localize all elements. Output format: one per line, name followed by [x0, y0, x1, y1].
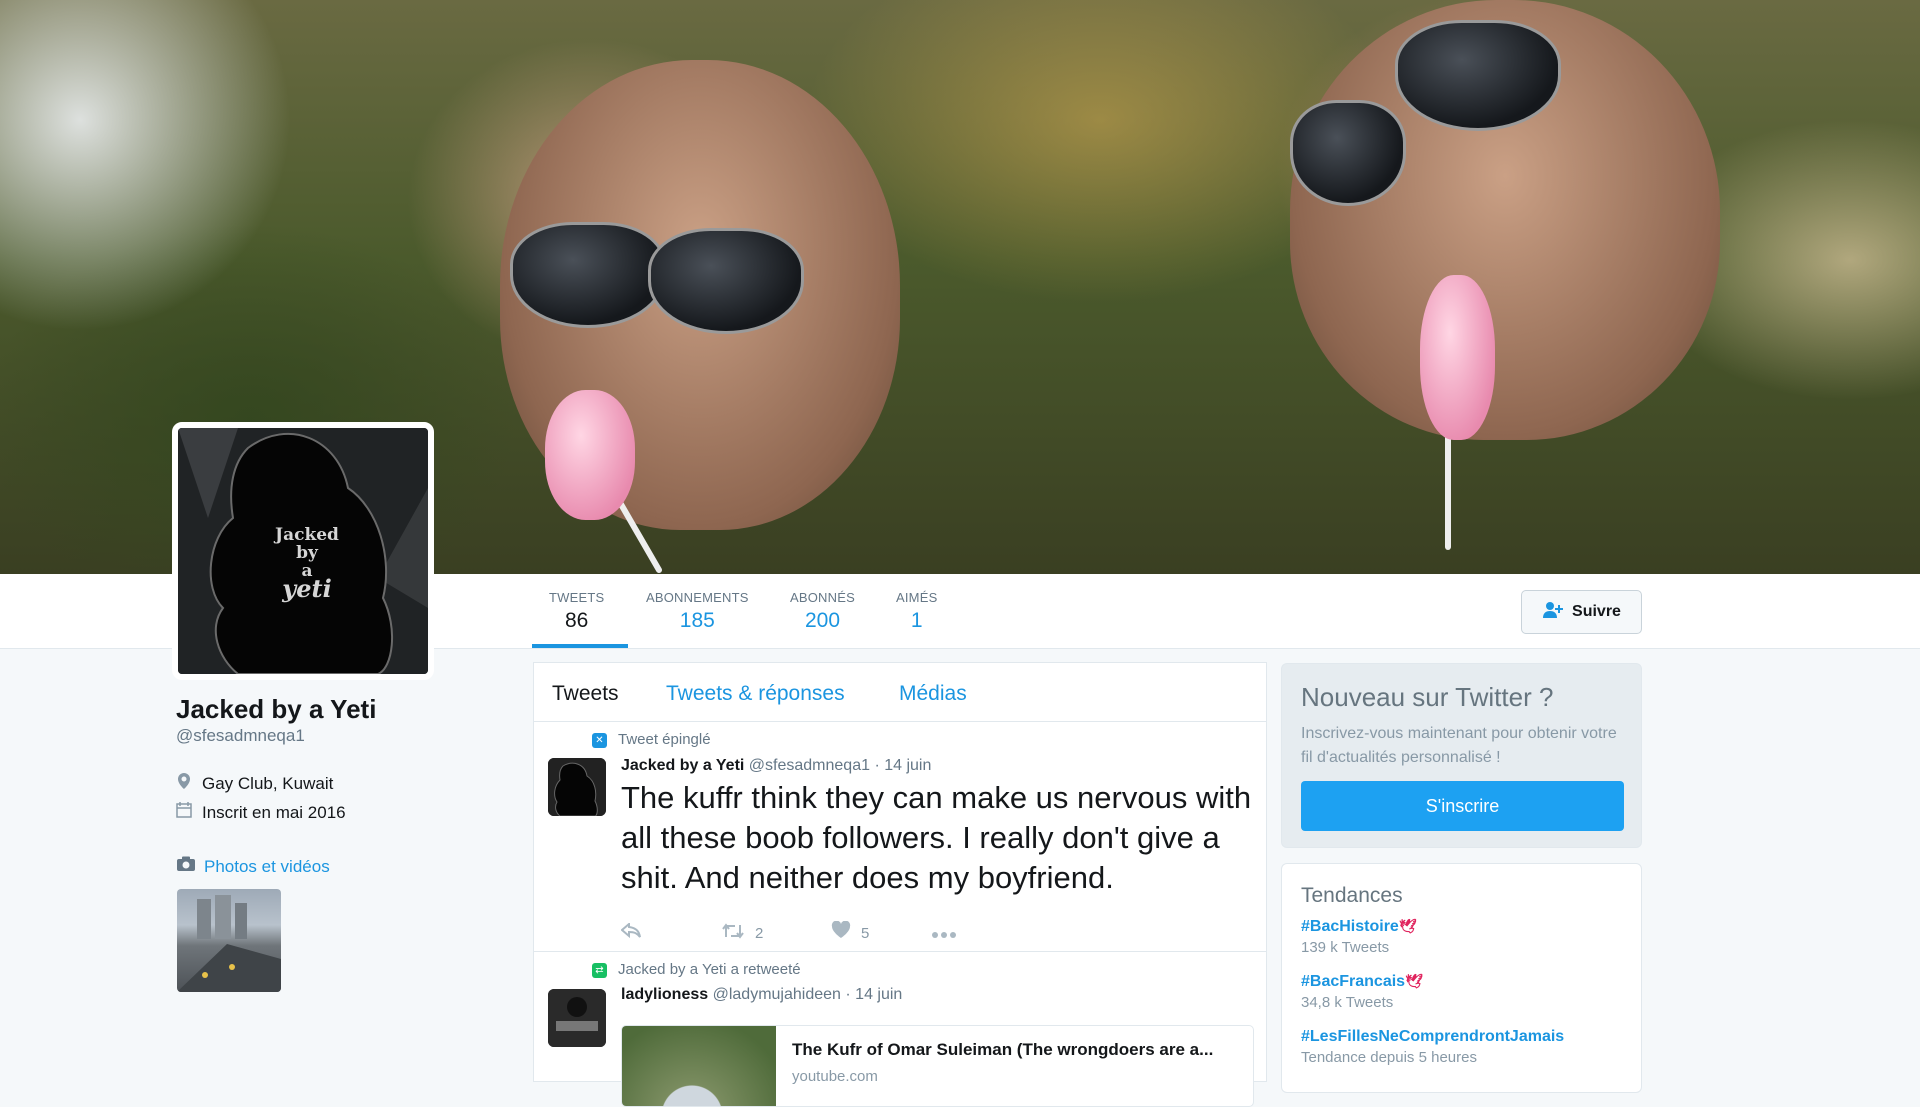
reply-icon: [620, 921, 641, 945]
retweet-icon: [721, 922, 745, 945]
trends-title: Tendances: [1301, 884, 1403, 907]
trend-tag[interactable]: #BacHistoire🕊: [1301, 918, 1417, 936]
tweet-item[interactable]: ✕ Tweet épinglé Jacked by a Yeti @sfesad…: [534, 721, 1266, 952]
trend-subtext: Tendance depuis 5 heures: [1301, 1049, 1477, 1066]
tweet-author-name[interactable]: Jacked by a Yeti: [621, 757, 744, 774]
signup-button[interactable]: S'inscrire: [1301, 781, 1624, 831]
tweet-actions: 2 5: [620, 920, 957, 945]
location-text: Gay Club, Kuwait: [202, 773, 334, 793]
link-card-title: The Kufr of Omar Suleiman (The wrongdoer…: [792, 1040, 1214, 1059]
tweet-context: Jacked by a Yeti a retweeté: [618, 961, 801, 978]
stat-value: 200: [804, 609, 841, 632]
pin-icon: ✕: [592, 733, 607, 748]
follow-button-label: Suivre: [1572, 603, 1621, 620]
reply-button[interactable]: [620, 921, 721, 945]
profile-joined: Inscrit en mai 2016: [176, 802, 346, 823]
tweet-context: Tweet épinglé: [618, 731, 711, 748]
stat-label: ABONNÉS: [790, 590, 855, 605]
tweet-avatar[interactable]: [548, 989, 606, 1047]
bird-icon: 🕊: [1405, 973, 1423, 989]
more-icon: [931, 922, 957, 945]
tweet-avatar[interactable]: [548, 758, 606, 816]
photos-videos-label: Photos et vidéos: [204, 856, 330, 876]
link-card-image: [622, 1026, 776, 1106]
tweet-header: Jacked by a Yeti @sfesadmneqa1 · 14 juin: [621, 757, 931, 775]
timeline-tabs: Tweets Tweets & réponses Médias: [534, 663, 1266, 722]
camera-icon: [176, 856, 196, 877]
follow-button[interactable]: Suivre: [1521, 590, 1642, 634]
trends-module: Tendances #BacHistoire🕊 139 k Tweets #Ba…: [1281, 863, 1642, 1093]
photos-videos-link[interactable]: Photos et vidéos: [176, 856, 330, 877]
trend-item[interactable]: #BacFrancais🕊 34,8 k Tweets: [1301, 973, 1423, 1011]
tweet-date[interactable]: · 14 juin: [874, 757, 931, 774]
stat-likes[interactable]: AIMÉS 1: [896, 590, 937, 633]
trend-tag[interactable]: #LesFillesNeComprendrontJamais: [1301, 1028, 1564, 1046]
calendar-icon: [176, 802, 192, 823]
tweet-item[interactable]: ⇄ Jacked by a Yeti a retweeté ladyliones…: [534, 951, 1266, 1107]
trend-subtext: 139 k Tweets: [1301, 939, 1390, 956]
retweet-button[interactable]: 2: [721, 921, 831, 945]
joined-text: Inscrit en mai 2016: [202, 802, 346, 822]
stat-following[interactable]: ABONNEMENTS 185: [646, 590, 749, 633]
tweet-author-handle[interactable]: @ladymujahideen: [713, 986, 841, 1003]
stat-tweets[interactable]: TWEETS 86: [549, 590, 604, 633]
tweet-author-handle[interactable]: @sfesadmneqa1: [749, 757, 870, 774]
link-card[interactable]: The Kufr of Omar Suleiman (The wrongdoer…: [621, 1025, 1254, 1107]
timeline: Tweets Tweets & réponses Médias ✕ Tweet …: [533, 662, 1267, 1107]
link-card-url: youtube.com: [792, 1068, 878, 1085]
like-button[interactable]: 5: [831, 920, 931, 945]
tweet-text: The kuffr think they can make us nervous…: [621, 780, 1252, 895]
stat-value: 86: [565, 609, 589, 632]
trend-item[interactable]: #LesFillesNeComprendrontJamais Tendance …: [1301, 1028, 1564, 1066]
stat-label: ABONNEMENTS: [646, 590, 749, 605]
active-tab-indicator: [532, 644, 628, 648]
tab-media[interactable]: Médias: [899, 682, 967, 706]
avatar-text: Jacked by a yeti: [275, 525, 339, 603]
stat-followers[interactable]: ABONNÉS 200: [790, 590, 855, 633]
heart-icon: [831, 920, 851, 945]
signup-title: Nouveau sur Twitter ?: [1301, 682, 1554, 712]
tab-tweets-replies[interactable]: Tweets & réponses: [666, 682, 845, 706]
bird-icon: 🕊: [1398, 918, 1417, 934]
profile-handle: @sfesadmneqa1: [176, 726, 305, 745]
tweet-date[interactable]: · 14 juin: [845, 986, 902, 1003]
tweet-author-name[interactable]: ladylioness: [621, 986, 708, 1003]
location-pin-icon: [176, 772, 192, 795]
stat-label: AIMÉS: [896, 590, 938, 605]
signup-description: Inscrivez-vous maintenant pour obtenir v…: [1301, 725, 1617, 766]
media-thumbnail[interactable]: [177, 889, 281, 992]
stat-label: TWEETS: [549, 590, 605, 605]
profile-name[interactable]: Jacked by a Yeti: [176, 694, 376, 725]
trend-subtext: 34,8 k Tweets: [1301, 994, 1394, 1011]
trend-item[interactable]: #BacHistoire🕊 139 k Tweets: [1301, 918, 1417, 956]
more-button[interactable]: [931, 921, 957, 945]
signup-module: Nouveau sur Twitter ? Inscrivez-vous mai…: [1281, 663, 1642, 848]
stat-value: 185: [679, 609, 715, 632]
stat-value: 1: [910, 609, 923, 632]
profile-location: Gay Club, Kuwait: [176, 772, 333, 795]
tweet-header: ladylioness @ladymujahideen · 14 juin: [621, 986, 902, 1004]
retweet-count: 2: [755, 924, 764, 942]
trend-tag[interactable]: #BacFrancais🕊: [1301, 973, 1423, 991]
like-count: 5: [861, 924, 870, 942]
add-user-icon: [1542, 601, 1564, 624]
tab-tweets[interactable]: Tweets: [552, 682, 619, 706]
retweet-context-icon: ⇄: [592, 963, 607, 978]
profile-avatar[interactable]: Jacked by a yeti: [172, 422, 434, 680]
